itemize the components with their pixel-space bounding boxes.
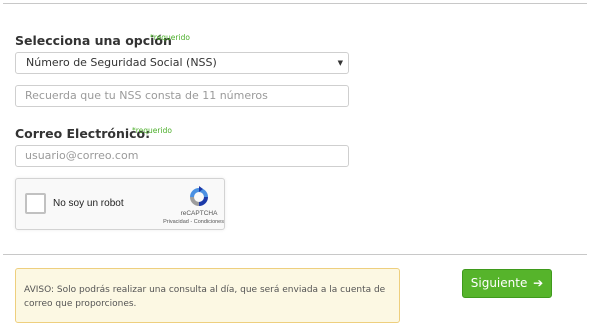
recaptcha-widget: No soy un robot reCAPTCHA Privacidad - C… <box>15 178 225 230</box>
option-select-value: Número de Seguridad Social (NSS) <box>26 56 217 69</box>
nss-input[interactable]: Recuerda que tu NSS consta de 11 números <box>15 85 349 107</box>
top-divider <box>3 3 587 4</box>
chevron-down-icon: ▼ <box>337 59 343 67</box>
next-button-label: Siguiente <box>470 276 528 290</box>
recaptcha-label: No soy un robot <box>53 198 124 209</box>
recaptcha-checkbox[interactable] <box>25 193 46 214</box>
arrow-right-icon: ➔ <box>533 276 544 290</box>
nss-input-placeholder: Recuerda que tu NSS consta de 11 números <box>25 89 268 102</box>
email-label: Correo Electrónico: <box>15 126 151 141</box>
email-input-placeholder: usuario@correo.com <box>25 149 139 162</box>
option-label: Selecciona una opción <box>15 33 172 48</box>
option-select[interactable]: Número de Seguridad Social (NSS) ▼ <box>15 52 349 74</box>
recaptcha-links[interactable]: Privacidad - Condiciones <box>146 219 224 225</box>
email-input[interactable]: usuario@correo.com <box>15 145 349 167</box>
recaptcha-logo-icon <box>190 186 208 206</box>
recaptcha-brand: reCAPTCHA <box>180 210 218 217</box>
next-button[interactable]: Siguiente ➔ <box>462 269 552 298</box>
email-required-tag: *requerido <box>132 126 172 135</box>
option-required-tag: *requerido <box>150 33 190 42</box>
section-divider <box>3 254 587 255</box>
notice-text: AVISO: Solo podrás realizar una consulta… <box>24 285 386 309</box>
notice-box: AVISO: Solo podrás realizar una consulta… <box>15 268 400 323</box>
